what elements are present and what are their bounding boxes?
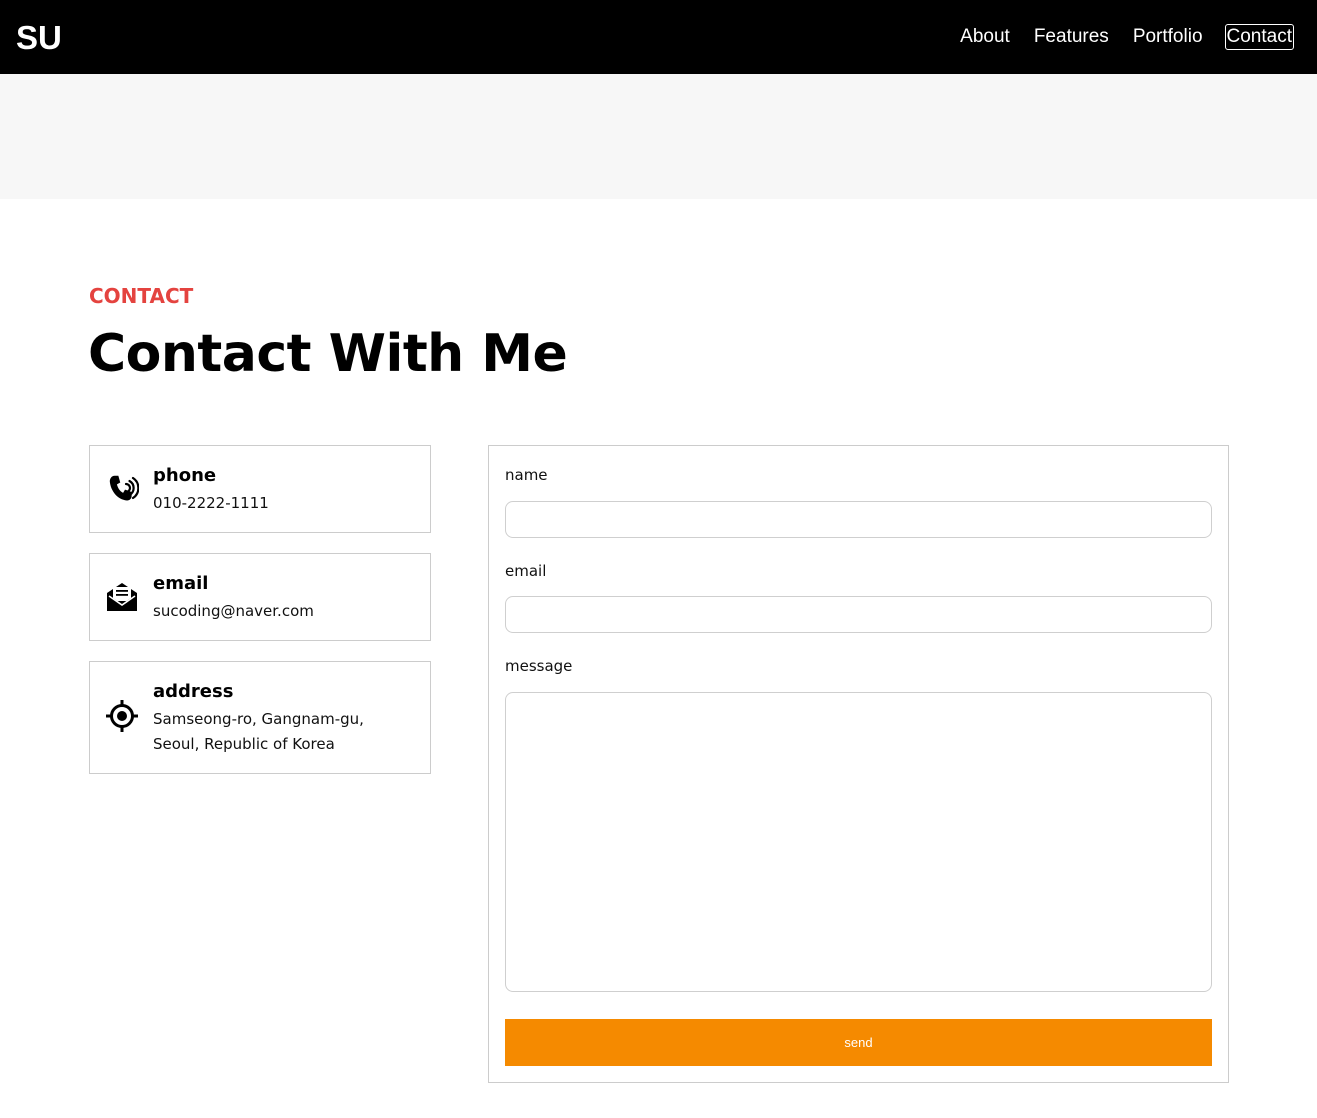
email-input[interactable] xyxy=(505,596,1212,633)
phone-value: 010-2222-1111 xyxy=(153,494,269,512)
hero-banner xyxy=(0,74,1317,199)
name-input[interactable] xyxy=(505,501,1212,538)
message-label: message xyxy=(505,657,573,675)
email-icon xyxy=(105,580,139,614)
address-line-1: Samseong-ro, Gangnam-gu, xyxy=(153,710,364,728)
email-label: email xyxy=(505,562,547,580)
contact-card-email: email sucoding@naver.com xyxy=(89,553,431,641)
main-nav: About Features Portfolio Contact xyxy=(938,24,1294,50)
nav-link-portfolio[interactable]: Portfolio xyxy=(1131,24,1205,50)
site-header: SU About Features Portfolio Contact xyxy=(0,0,1317,74)
contact-card-address: address Samseong-ro, Gangnam-gu, Seoul, … xyxy=(89,661,431,774)
contact-form: name email message send xyxy=(488,445,1229,1083)
message-textarea[interactable] xyxy=(505,692,1212,992)
name-label: name xyxy=(505,466,548,484)
address-title: address xyxy=(153,681,234,702)
nav-link-features[interactable]: Features xyxy=(1032,24,1111,50)
nav-link-about[interactable]: About xyxy=(958,24,1012,50)
location-icon xyxy=(105,699,139,733)
site-logo[interactable]: SU xyxy=(16,18,62,58)
phone-title: phone xyxy=(153,465,217,486)
send-button[interactable]: send xyxy=(505,1019,1212,1066)
email-title: email xyxy=(153,573,209,594)
section-eyebrow: CONTACT xyxy=(89,284,194,308)
phone-icon xyxy=(105,472,140,506)
page-title: Contact With Me xyxy=(88,324,568,384)
nav-link-contact[interactable]: Contact xyxy=(1224,24,1294,50)
contact-card-phone: phone 010-2222-1111 xyxy=(89,445,431,533)
address-line-2: Seoul, Republic of Korea xyxy=(153,735,335,753)
email-value: sucoding@naver.com xyxy=(153,602,314,620)
